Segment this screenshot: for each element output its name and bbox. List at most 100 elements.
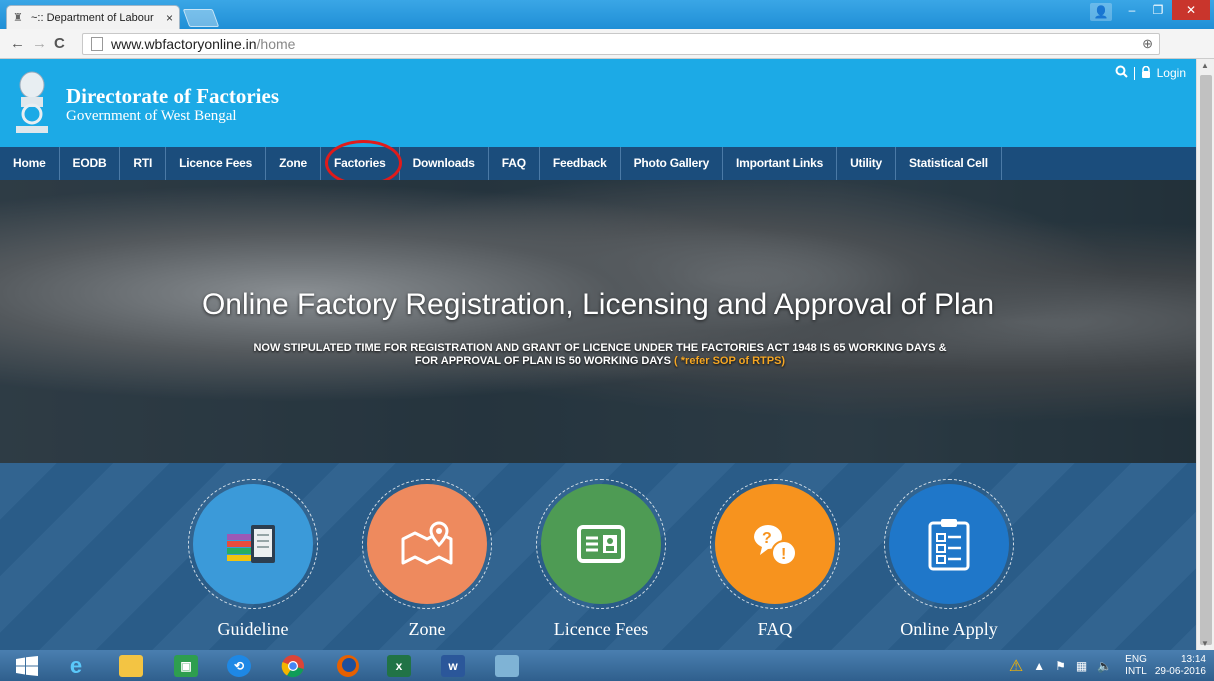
quicklink-licence-fees[interactable]: Licence Fees [536,479,666,640]
nav-item-photo-gallery[interactable]: Photo Gallery [621,147,724,180]
internet-explorer-icon[interactable]: e [55,652,97,679]
quicklink-zone[interactable]: Zone [362,479,492,640]
quicklink-ring [188,479,318,609]
main-navigation: Home EODB RTI Licence Fees Zone Factorie… [0,147,1196,180]
nav-item-utility[interactable]: Utility [837,147,896,180]
nav-item-rti[interactable]: RTI [120,147,167,180]
divider [1133,66,1135,80]
quicklink-label: Online Apply [900,619,998,639]
quicklink-ring [536,479,666,609]
search-icon[interactable] [1115,65,1128,81]
maximize-button[interactable]: ❐ [1146,0,1170,20]
tab-title: ~:: Department of Labour [31,11,154,24]
notification-warning-icon[interactable]: ⚠ [1009,656,1023,676]
scroll-thumb[interactable] [1200,75,1212,645]
nav-item-factories[interactable]: Factories [321,147,400,180]
browser-title-bar: ♜ ~:: Department of Labour × 👤 – ❐ ✕ [0,0,1214,29]
store-icon[interactable]: ▣ [165,652,207,679]
svg-text:!: ! [781,546,786,563]
state-emblem-icon [16,71,48,133]
quicklink-circle [367,484,487,604]
nav-item-downloads[interactable]: Downloads [400,147,489,180]
quicklink-guideline[interactable]: Guideline [188,479,318,640]
zoom-icon[interactable]: ⊕ [1142,36,1153,52]
hero-notice-text: NOW STIPULATED TIME FOR REGISTRATION AND… [253,342,947,367]
tab-close-icon[interactable]: × [166,11,173,25]
chrome-icon[interactable] [272,652,314,679]
quicklink-label: Zone [408,619,446,639]
quicklink-circle [541,484,661,604]
quicklink-label: Guideline [217,619,289,639]
site-header: Directorate of Factories Government of W… [0,59,1196,147]
new-tab-button[interactable] [182,9,220,27]
scroll-up-arrow-icon[interactable]: ▲ [1201,61,1209,70]
show-hidden-icons-icon[interactable]: ▲ [1033,659,1045,673]
close-window-button[interactable]: ✕ [1172,0,1210,20]
lang-top: ENG [1125,653,1147,665]
minimize-button[interactable]: – [1120,0,1144,20]
firefox-icon[interactable] [327,652,369,679]
windows-logo-icon [16,655,38,676]
app-icon[interactable]: ⟲ [218,652,260,679]
nav-item-important-links[interactable]: Important Links [723,147,838,180]
hero-banner: Online Factory Registration, Licensing a… [0,180,1196,463]
hero-title: Online Factory Registration, Licensing a… [201,288,995,321]
url-domain: www.wbfactoryonline.in [111,36,257,52]
language-indicator[interactable]: ENG INTL [1125,654,1147,678]
site-subtitle: Government of West Bengal [66,108,237,124]
books-tablet-icon [227,525,275,563]
nav-item-eodb[interactable]: EODB [60,147,121,180]
nav-item-zone[interactable]: Zone [266,147,322,180]
hero-notice: NOW STIPULATED TIME FOR REGISTRATION AND… [250,342,950,368]
lang-bottom: INTL [1125,665,1147,677]
back-arrow-icon[interactable]: ← [10,35,25,53]
quicklink-circle [889,484,1009,604]
quicklink-online-apply[interactable]: Online Apply [884,479,1014,640]
nav-item-licence-fees[interactable]: Licence Fees [166,147,267,180]
question-chat-icon: ? ! [754,525,797,566]
favicon-icon: ♜ [13,11,23,24]
forward-arrow-icon[interactable]: → [32,35,47,53]
map-pin-icon [401,521,453,565]
nav-item-faq[interactable]: FAQ [489,147,540,180]
nav-item-statistical-cell[interactable]: Statistical Cell [896,147,1002,180]
excel-icon[interactable]: x [378,652,420,679]
file-explorer-icon[interactable] [110,652,152,679]
header-links: Login [1115,65,1186,81]
quicklink-circle [193,484,313,604]
id-card-icon [577,525,625,563]
quicklink-ring: ? ! [710,479,840,609]
quicklink-faq[interactable]: ? ! FAQ [710,479,840,640]
browser-tab[interactable]: ♜ ~:: Department of Labour × [6,5,180,29]
app-book-icon[interactable] [486,652,528,679]
browser-toolbar: ← → C www.wbfactoryonline.in/home ⊕ ☆ ≡ [0,29,1214,81]
quick-links: Guideline Zone Licence Fees ? ! FAQ Onli… [0,463,1196,650]
hero-notice-ref[interactable]: ( *refer SOP of RTPS) [674,355,785,367]
user-profile-icon[interactable]: 👤 [1090,3,1112,21]
scroll-down-arrow-icon[interactable]: ▼ [1201,639,1209,648]
page-scrollbar[interactable]: ▲ ▼ [1196,59,1214,650]
clock-time: 13:14 [1180,653,1206,665]
svg-text:?: ? [762,530,772,547]
site-title: Directorate of Factories [66,84,279,108]
lock-icon [1141,65,1151,81]
word-icon[interactable]: w [432,652,474,679]
quicklink-label: FAQ [757,619,793,639]
nav-item-home[interactable]: Home [0,147,60,180]
reload-icon[interactable]: C [54,35,65,53]
volume-icon[interactable]: 🔈 [1097,659,1112,673]
nav-item-feedback[interactable]: Feedback [540,147,621,180]
start-button[interactable] [6,652,48,679]
quicklink-ring [884,479,1014,609]
website: Directorate of Factories Government of W… [0,59,1196,650]
clipboard-checklist-icon [928,519,970,571]
login-link[interactable]: Login [1157,66,1186,80]
flag-icon[interactable]: ⚑ [1055,659,1066,673]
network-icon[interactable]: ▦ [1076,659,1087,673]
url-path: /home [256,36,296,52]
address-bar[interactable]: www.wbfactoryonline.in/home ⊕ [82,33,1160,55]
clock-date: 29-06-2016 [1154,665,1206,677]
quicklink-circle: ? ! [715,484,835,604]
clock[interactable]: 13:14 29-06-2016 [1155,654,1206,678]
system-tray: ⚠ ▲ ⚑ ▦ 🔈 ENG INTL 13:14 29-06-2016 [1004,650,1214,681]
